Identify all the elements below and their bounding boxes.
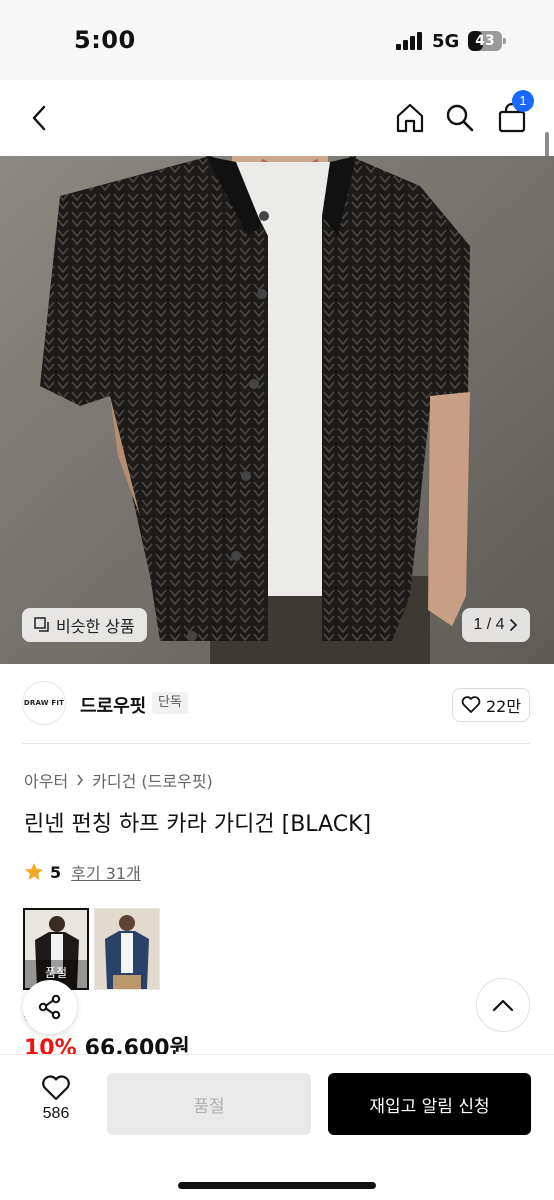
rating-row: 5 후기 31개 [24,860,141,884]
review-link[interactable]: 후기 31개 [71,860,141,884]
product-image[interactable]: 비슷한 상품 1 / 4 [0,156,554,664]
navy-cardigan-thumbnail [95,909,159,989]
restock-alert-button[interactable]: 재입고 알림 신청 [328,1073,531,1135]
similar-products-label: 비슷한 상품 [56,617,135,636]
scroll-top-button[interactable] [476,978,530,1032]
chevron-up-icon [492,999,514,1012]
home-indicator [178,1182,376,1189]
search-icon [446,104,474,132]
breadcrumb-cardigan[interactable]: 카디건 (드로우핏) [92,768,213,792]
star-icon [25,863,43,880]
image-counter: 1 / 4 [473,616,505,633]
similar-products-button[interactable]: 비슷한 상품 [22,608,147,642]
heart-icon [461,696,481,713]
color-option-navy[interactable] [94,908,160,990]
product-photo [0,156,554,664]
share-icon [38,994,61,1020]
home-button[interactable] [390,98,430,138]
heart-icon [42,1075,70,1101]
search-button[interactable] [440,98,480,138]
brand-row: DRAW FIT 드로우핏 단독 22만 [0,664,554,744]
network-label: 5G [432,31,460,52]
top-nav: 1 [0,80,554,156]
chevron-right-icon [77,774,84,786]
chevron-left-icon [32,105,46,131]
soldout-overlay: 품절 [44,966,68,980]
image-counter-button[interactable]: 1 / 4 [462,608,530,642]
status-time: 5:00 [74,26,136,54]
battery-level: 43 [475,33,495,49]
bottom-bar: 586 품절 재입고 알림 신청 [0,1054,554,1200]
status-bar: 5:00 5G 43 [0,0,554,80]
brand-logo-text: DRAW FIT [23,699,65,707]
battery-icon: 43 [468,31,506,51]
wishlist-button[interactable]: 586 [28,1075,84,1135]
brand-name[interactable]: 드로우핏 [80,692,146,718]
product-title: 린넨 펀칭 하프 카라 가디건 [BLACK] [24,812,372,837]
brand-logo[interactable]: DRAW FIT [22,681,66,725]
rating-score: 5 [50,862,62,882]
signal-icon [396,32,426,50]
breadcrumb: 아우터 카디건 (드로우핏) [24,768,213,792]
cart-count-badge: 1 [512,90,534,112]
brand-like-count: 22만 [485,697,522,716]
exclusive-badge: 단독 [152,692,188,714]
color-option-black[interactable]: 품절 [23,908,89,990]
breadcrumb-outer[interactable]: 아우터 [24,768,68,792]
cart-button[interactable]: 1 [492,90,534,138]
chevron-right-icon [509,619,517,631]
copy-icon [34,617,49,632]
wishlist-count: 586 [42,1105,70,1122]
home-icon [396,103,424,133]
divider [22,743,530,744]
soldout-button: 품절 [107,1073,311,1135]
back-button[interactable] [20,98,60,138]
share-button[interactable] [23,980,77,1034]
brand-like-button[interactable]: 22만 [452,688,530,722]
